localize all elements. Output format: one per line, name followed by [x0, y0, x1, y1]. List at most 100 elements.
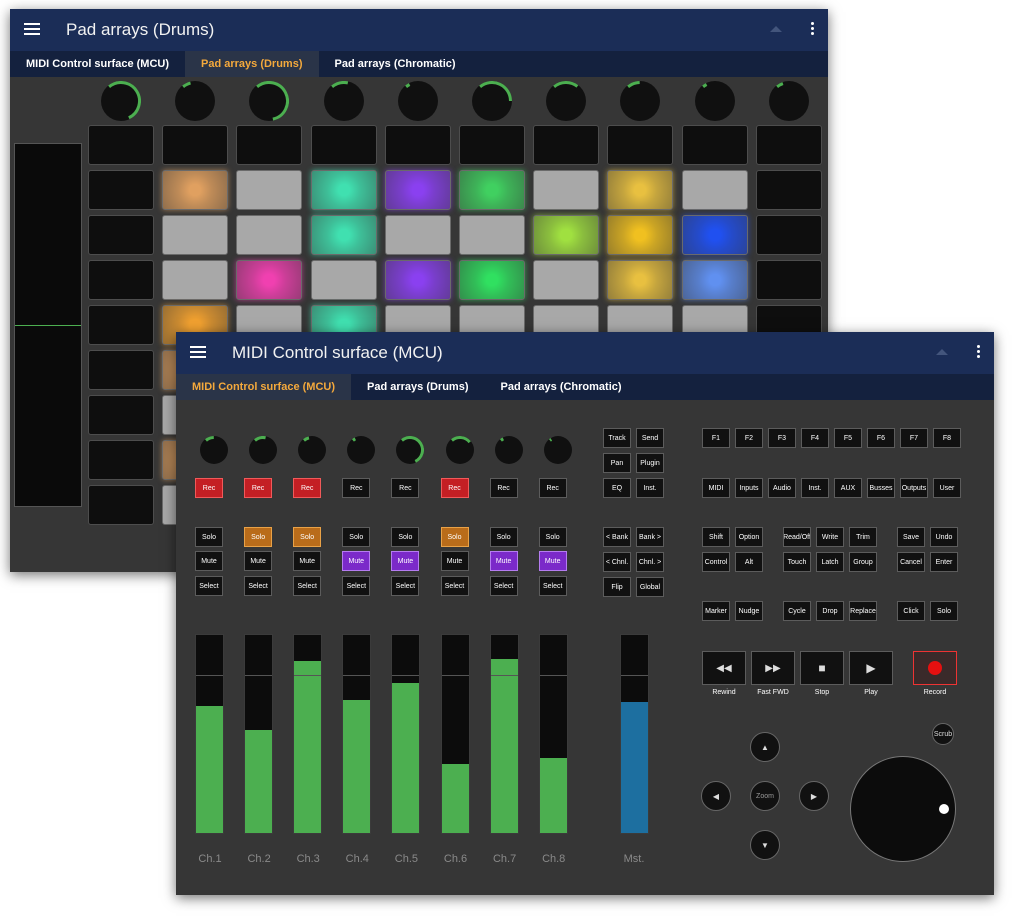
- menu-icon[interactable]: [190, 346, 206, 358]
- tab-chromatic[interactable]: Pad arrays (Chromatic): [485, 374, 638, 400]
- drum-pad[interactable]: [607, 215, 674, 255]
- pad-knob-7[interactable]: [546, 81, 587, 121]
- automation-button[interactable]: Read/Off: [783, 527, 811, 547]
- mute-button[interactable]: Mute: [391, 551, 420, 571]
- select-button[interactable]: Select: [244, 576, 273, 596]
- channel-fader[interactable]: [342, 634, 372, 834]
- drum-pad[interactable]: [607, 170, 674, 210]
- pad-knob-6[interactable]: [472, 81, 512, 121]
- nav-down-button[interactable]: ▼: [750, 830, 780, 860]
- mute-button[interactable]: Mute: [538, 551, 567, 571]
- channel-fader[interactable]: [440, 634, 470, 834]
- drum-pad[interactable]: [88, 260, 154, 300]
- rec-button[interactable]: Rec: [489, 478, 518, 498]
- modifier-button[interactable]: Control: [702, 552, 730, 572]
- pad-knob-1[interactable]: [101, 81, 141, 121]
- pad-knob-4[interactable]: [323, 81, 364, 121]
- drum-pad[interactable]: [755, 260, 822, 300]
- rec-button[interactable]: Rec: [244, 478, 273, 498]
- drum-pad[interactable]: [533, 215, 600, 255]
- master-fader[interactable]: [620, 634, 649, 834]
- modifier-button[interactable]: Alt: [735, 552, 763, 572]
- solo-button[interactable]: Solo: [293, 527, 322, 547]
- view-button[interactable]: Inst.: [801, 478, 829, 498]
- view-button[interactable]: Audio: [768, 478, 796, 498]
- drum-pad[interactable]: [384, 125, 451, 165]
- utility-button[interactable]: Save: [897, 527, 925, 547]
- bank-button[interactable]: Flip: [603, 577, 631, 597]
- view-button[interactable]: AUX: [834, 478, 862, 498]
- assign-button[interactable]: Track: [603, 428, 631, 448]
- automation-button[interactable]: Latch: [816, 552, 844, 572]
- modifier-button[interactable]: Option: [735, 527, 763, 547]
- click-button[interactable]: Click: [897, 601, 925, 621]
- more-options-icon[interactable]: [811, 22, 814, 37]
- jog-wheel[interactable]: [850, 756, 956, 862]
- rec-button[interactable]: Rec: [342, 478, 371, 498]
- fast-forward-button[interactable]: ▶▶: [751, 651, 795, 685]
- channel-knob[interactable]: [445, 436, 474, 464]
- mute-button[interactable]: Mute: [342, 551, 371, 571]
- drum-pad[interactable]: [236, 170, 303, 210]
- solo-button[interactable]: Solo: [195, 527, 223, 547]
- drum-pad[interactable]: [310, 125, 377, 165]
- drum-pad[interactable]: [310, 170, 377, 210]
- drum-pad[interactable]: [236, 260, 303, 300]
- select-button[interactable]: Select: [293, 576, 322, 596]
- assign-button[interactable]: Plugin: [636, 453, 664, 473]
- pad-knob-3[interactable]: [249, 81, 290, 121]
- function-key-button[interactable]: F4: [801, 428, 829, 448]
- utility-button[interactable]: Undo: [930, 527, 958, 547]
- assign-button[interactable]: Send: [636, 428, 664, 448]
- drum-pad[interactable]: [88, 305, 154, 345]
- select-button[interactable]: Select: [489, 576, 518, 596]
- solo-button[interactable]: Solo: [538, 527, 567, 547]
- bank-button[interactable]: < Bank: [603, 527, 631, 547]
- marker-button[interactable]: Nudge: [735, 601, 763, 621]
- channel-knob[interactable]: [298, 436, 327, 464]
- tab-chromatic[interactable]: Pad arrays (Chromatic): [319, 51, 472, 77]
- tab-drums[interactable]: Pad arrays (Drums): [351, 374, 485, 400]
- mute-button[interactable]: Mute: [293, 551, 322, 571]
- pad-knob-5[interactable]: [397, 81, 438, 121]
- view-button[interactable]: Inputs: [735, 478, 763, 498]
- drum-pad[interactable]: [88, 125, 154, 165]
- drum-pad[interactable]: [459, 170, 525, 210]
- drum-pad[interactable]: [88, 395, 154, 435]
- drum-pad[interactable]: [88, 170, 154, 210]
- rec-button[interactable]: Rec: [440, 478, 469, 498]
- assign-button[interactable]: Inst.: [636, 478, 664, 498]
- modifier-button[interactable]: Shift: [702, 527, 730, 547]
- zoom-button[interactable]: Zoom: [750, 781, 780, 811]
- pad-knob-10[interactable]: [768, 81, 809, 121]
- more-options-icon[interactable]: [977, 345, 980, 360]
- drum-pad[interactable]: [162, 170, 229, 210]
- nav-up-button[interactable]: ▲: [750, 732, 780, 762]
- bank-button[interactable]: Global: [636, 577, 664, 597]
- mute-button[interactable]: Mute: [489, 551, 518, 571]
- nav-right-button[interactable]: ▶: [799, 781, 829, 811]
- drum-pad[interactable]: [162, 215, 229, 255]
- channel-knob[interactable]: [200, 436, 228, 464]
- drum-pad[interactable]: [88, 350, 154, 390]
- drum-pad[interactable]: [162, 125, 229, 165]
- automation-button[interactable]: Write: [816, 527, 844, 547]
- stop-button[interactable]: ■: [800, 651, 844, 685]
- drum-pad[interactable]: [88, 485, 154, 525]
- drum-pad[interactable]: [533, 260, 600, 300]
- drum-pad[interactable]: [162, 260, 229, 300]
- solo-button[interactable]: Solo: [489, 527, 518, 547]
- chevron-up-icon[interactable]: [770, 26, 782, 32]
- pad-knob-8[interactable]: [620, 81, 661, 121]
- drum-pad[interactable]: [533, 125, 600, 165]
- channel-knob[interactable]: [494, 436, 523, 464]
- view-button[interactable]: MIDI: [702, 478, 730, 498]
- solo-button[interactable]: Solo: [391, 527, 420, 547]
- function-key-button[interactable]: F7: [900, 428, 928, 448]
- drum-pad[interactable]: [681, 125, 748, 165]
- drum-pad[interactable]: [310, 215, 377, 255]
- select-button[interactable]: Select: [342, 576, 371, 596]
- solo-button[interactable]: Solo: [244, 527, 273, 547]
- tab-drums[interactable]: Pad arrays (Drums): [185, 51, 319, 77]
- channel-fader[interactable]: [538, 634, 568, 834]
